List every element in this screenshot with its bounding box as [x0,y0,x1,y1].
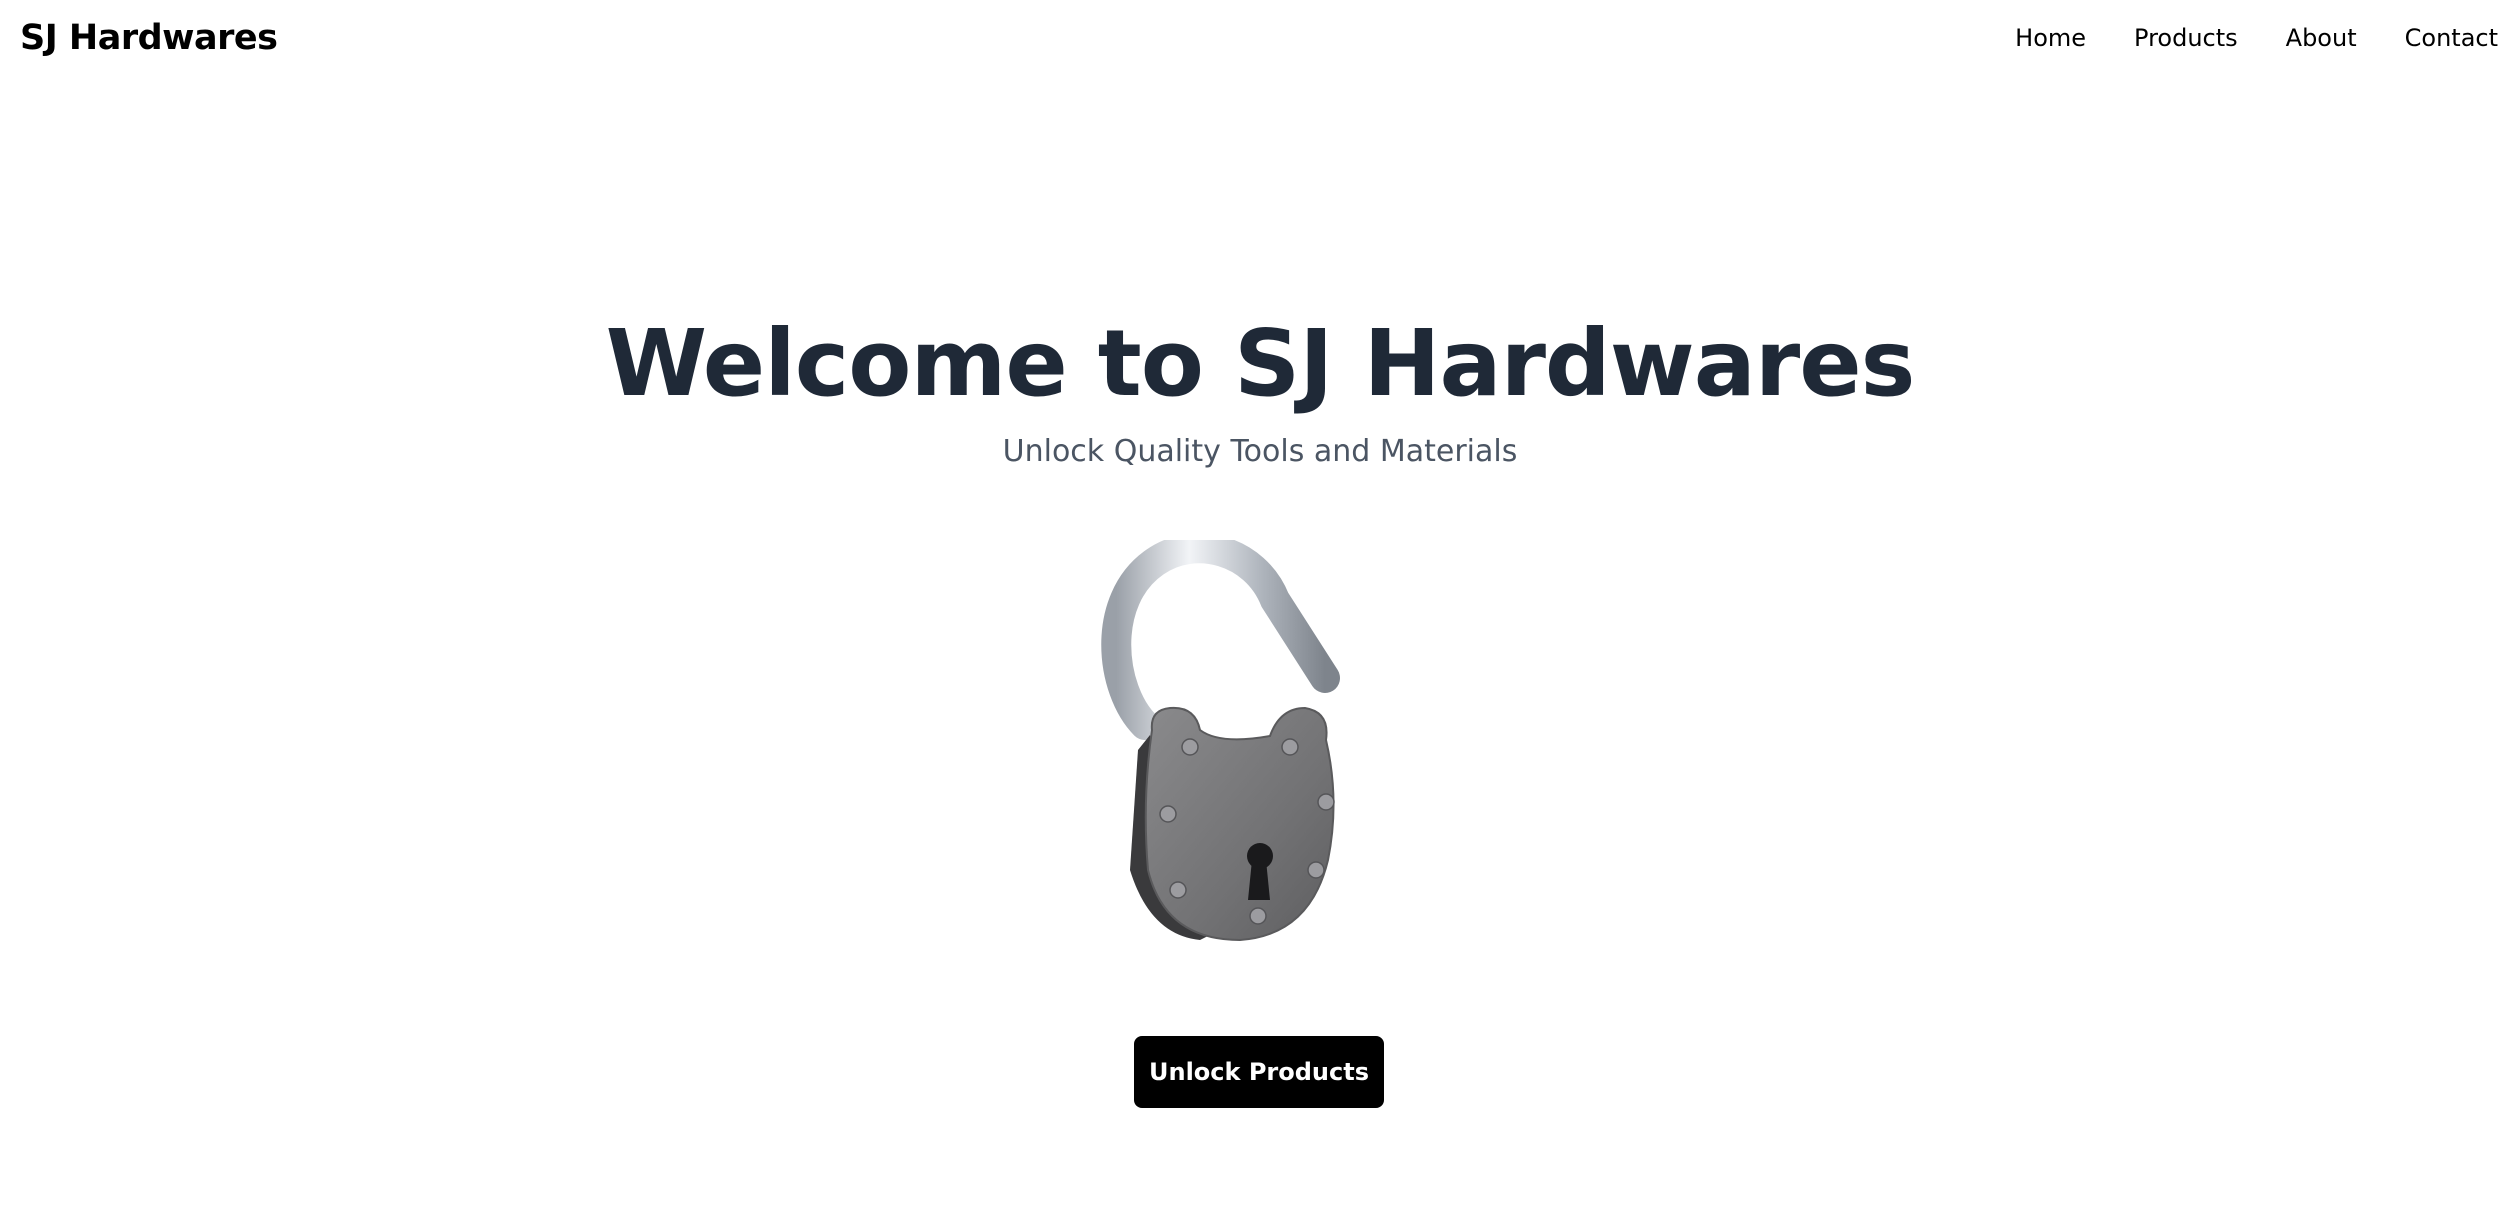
nav-link-home[interactable]: Home [2015,24,2086,52]
top-navigation-bar: SJ Hardwares Home Products About Contact [0,0,2520,80]
unlock-products-button[interactable]: Unlock Products [1134,1036,1384,1108]
main-nav: Home Products About Contact [2015,24,2498,52]
hero-subtitle: Unlock Quality Tools and Materials [1002,434,1518,469]
open-padlock-icon [1090,533,1370,950]
nav-link-products[interactable]: Products [2134,24,2238,52]
nav-link-about[interactable]: About [2286,24,2357,52]
nav-link-contact[interactable]: Contact [2405,24,2498,52]
hero-title: Welcome to SJ Hardwares [605,310,1916,417]
brand-logo-text[interactable]: SJ Hardwares [20,18,278,58]
